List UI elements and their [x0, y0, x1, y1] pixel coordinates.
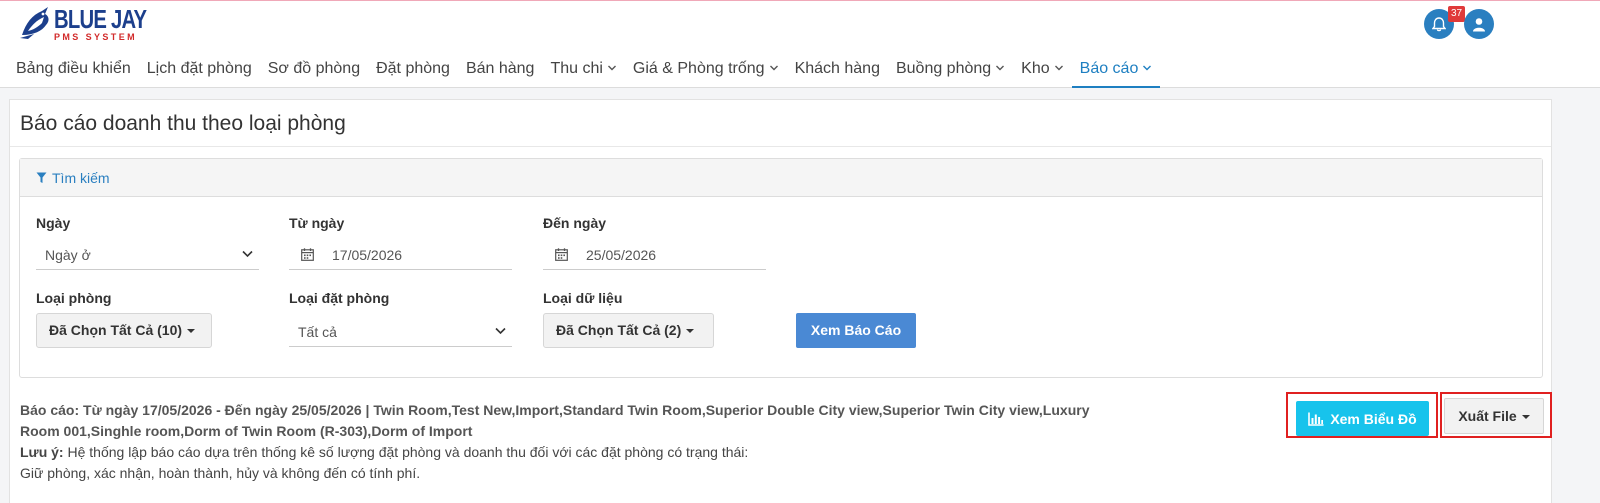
note-label: Lưu ý:: [20, 444, 64, 460]
notifications-button[interactable]: 37: [1424, 6, 1466, 39]
to-date-input[interactable]: 25/05/2026: [543, 240, 766, 270]
chevron-down-icon: [495, 327, 506, 335]
report-note-line2: Giữ phòng, xác nhận, hoàn thành, hủy và …: [20, 465, 421, 481]
filter-icon: [36, 172, 47, 183]
nav-item-housekeeping[interactable]: Buồng phòng: [888, 57, 1013, 88]
brand-name: BLUE JAY: [54, 4, 147, 34]
chevron-down-icon: [996, 65, 1005, 71]
nav-item-booking-calendar[interactable]: Lịch đặt phòng: [139, 57, 260, 88]
nav-item-bookings[interactable]: Đặt phòng: [368, 57, 458, 88]
nav-item-warehouse[interactable]: Kho: [1013, 57, 1071, 88]
blue-jay-bird-icon: [20, 7, 49, 39]
room-type-dropdown[interactable]: Đã Chọn Tất Cả (10): [36, 313, 212, 348]
chevron-down-icon: [607, 65, 616, 71]
nav-item-income-expense[interactable]: Thu chi: [542, 57, 624, 88]
booking-type-select[interactable]: Tất cả: [289, 317, 512, 347]
report-summary-line1: Báo cáo: Từ ngày 17/05/2026 - Đến ngày 2…: [20, 402, 1090, 418]
nav-item-room-map[interactable]: Sơ đồ phòng: [260, 57, 368, 88]
calendar-icon: [301, 248, 314, 261]
export-file-button[interactable]: Xuất File: [1444, 398, 1544, 434]
room-type-field: Loại phòng Đã Chọn Tất Cả (10): [36, 290, 212, 348]
title-divider: [10, 146, 1551, 147]
view-report-button[interactable]: Xem Báo Cáo: [796, 313, 916, 348]
data-type-dropdown[interactable]: Đã Chọn Tất Cả (2): [543, 313, 714, 348]
chart-button-highlight: Xem Biểu Đồ: [1286, 392, 1438, 438]
view-chart-button[interactable]: Xem Biểu Đồ: [1296, 401, 1429, 436]
nav-item-reports[interactable]: Báo cáo: [1071, 57, 1161, 88]
page-title: Báo cáo doanh thu theo loại phòng: [20, 112, 346, 135]
note-text: Hệ thống lập báo cáo dựa trên thống kê s…: [63, 444, 749, 460]
chevron-down-icon: [1143, 65, 1152, 71]
booking-type-field: Loại đặt phòng Tất cả: [289, 290, 512, 347]
notification-count-badge: 37: [1448, 6, 1466, 22]
bell-icon: [1432, 16, 1446, 31]
chevron-down-icon: [769, 65, 778, 71]
from-date-field: Từ ngày 17/05/2026: [289, 215, 512, 270]
caret-down-icon: [686, 329, 695, 334]
nav-item-dashboard[interactable]: Bảng điều khiển: [8, 57, 139, 88]
from-date-input[interactable]: 17/05/2026: [289, 240, 512, 270]
search-header[interactable]: Tìm kiếm: [20, 159, 1542, 197]
export-button-highlight: Xuất File: [1440, 392, 1552, 438]
report-summary-line2: Room 001,Singhle room,Dorm of Twin Room …: [20, 423, 473, 439]
main-nav: Bảng điều khiển Lịch đặt phòng Sơ đồ phò…: [8, 57, 1161, 88]
nav-item-rates-availability[interactable]: Giá & Phòng trống: [625, 57, 787, 88]
top-bar: BLUE JAY PMS SYSTEM 37 Bảng điều khiển L…: [0, 0, 1600, 88]
user-icon: [1473, 17, 1485, 31]
user-account-button[interactable]: [1464, 9, 1494, 39]
date-type-select[interactable]: Ngày ở: [36, 240, 259, 270]
bar-chart-icon: [1308, 412, 1324, 426]
caret-down-icon: [187, 329, 196, 334]
search-header-label: Tìm kiếm: [52, 169, 110, 186]
nav-item-customers[interactable]: Khách hàng: [787, 57, 888, 88]
chevron-down-icon: [1054, 65, 1063, 71]
search-box: Tìm kiếm Ngày Ngày ở Từ ngày 17/05/2026 …: [19, 158, 1543, 378]
date-type-field: Ngày Ngày ở: [36, 215, 259, 270]
report-panel: Báo cáo doanh thu theo loại phòng Tìm ki…: [9, 99, 1552, 503]
report-note: Lưu ý: Hệ thống lập báo cáo dựa trên thố…: [20, 442, 1150, 463]
calendar-icon: [555, 248, 568, 261]
nav-item-sales[interactable]: Bán hàng: [458, 57, 543, 88]
brand-logo[interactable]: BLUE JAY PMS SYSTEM: [18, 5, 194, 42]
report-summary: Báo cáo: Từ ngày 17/05/2026 - Đến ngày 2…: [20, 400, 1150, 484]
chevron-down-icon: [242, 250, 253, 258]
data-type-field: Loại dữ liệu Đã Chọn Tất Cả (2): [543, 290, 714, 348]
to-date-field: Đến ngày 25/05/2026: [543, 215, 766, 270]
caret-down-icon: [1521, 415, 1530, 420]
